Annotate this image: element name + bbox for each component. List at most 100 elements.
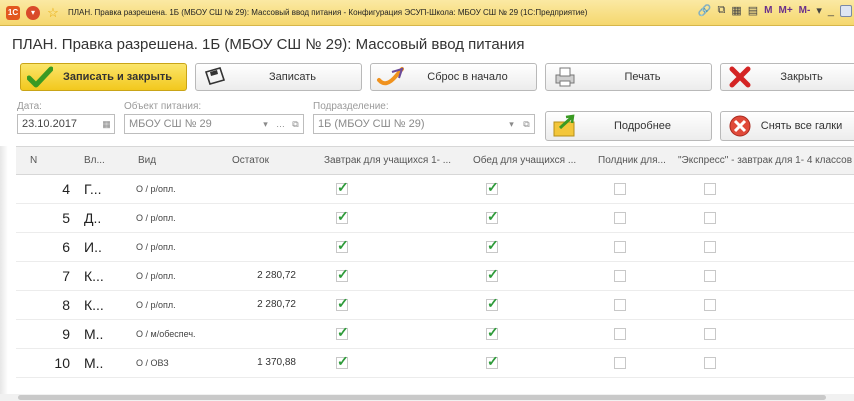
- row-owner: К...: [84, 297, 104, 313]
- row-balance: 1 370,88: [257, 357, 296, 368]
- meal-checkbox[interactable]: [614, 212, 626, 224]
- object-field[interactable]: МБОУ СШ № 29 ▾ … ⧉: [124, 114, 304, 134]
- division-label: Подразделение:: [313, 101, 389, 112]
- meal-checkbox[interactable]: [704, 328, 716, 340]
- table-row[interactable]: 7 К... О / р/опл. 2 280,72: [16, 262, 854, 291]
- row-owner: К...: [84, 268, 104, 284]
- col-ostatok[interactable]: Остаток: [228, 147, 318, 175]
- meal-checkbox[interactable]: [336, 266, 349, 283]
- col-vl[interactable]: Вл...: [80, 147, 132, 175]
- row-type: О / р/опл.: [136, 271, 176, 281]
- col-n[interactable]: N: [26, 147, 66, 175]
- minimize-icon[interactable]: _: [828, 5, 834, 17]
- calendar-icon[interactable]: ▤: [748, 4, 758, 17]
- row-number: 9: [62, 326, 70, 342]
- row-owner: И..: [84, 239, 102, 255]
- menu-icon[interactable]: ▾: [26, 5, 40, 20]
- app-logo-icon: 1С: [6, 5, 20, 20]
- uncheck-icon: [725, 114, 755, 138]
- folder-arrow-icon: [550, 114, 580, 138]
- row-balance: 2 280,72: [257, 270, 296, 281]
- meal-checkbox[interactable]: [704, 212, 716, 224]
- calendar-picker-icon[interactable]: ▦: [99, 115, 114, 133]
- row-balance: [232, 204, 296, 232]
- row-type: О / р/опл.: [136, 213, 176, 223]
- meal-checkbox[interactable]: [704, 270, 716, 282]
- meal-checkbox[interactable]: [336, 353, 349, 370]
- memory-button[interactable]: M: [764, 5, 772, 16]
- meal-checkbox[interactable]: [336, 295, 349, 312]
- table-row[interactable]: 10 М.. О / ОВЗ 1 370,88: [16, 349, 854, 378]
- save-button[interactable]: Записать: [195, 63, 362, 91]
- col-snack[interactable]: Полдник для...: [594, 147, 674, 175]
- favorite-star-icon[interactable]: ☆: [46, 5, 60, 20]
- meal-checkbox[interactable]: [704, 183, 716, 195]
- col-lunch[interactable]: Обед для учащихся ...: [469, 147, 594, 175]
- meal-checkbox[interactable]: [704, 241, 716, 253]
- close-button[interactable]: Закрыть: [720, 63, 854, 91]
- division-open-icon[interactable]: ⧉: [519, 115, 534, 133]
- row-number: 4: [62, 181, 70, 197]
- meal-checkbox[interactable]: [704, 357, 716, 369]
- meal-checkbox[interactable]: [614, 270, 626, 282]
- meal-checkbox[interactable]: [336, 208, 349, 225]
- meal-checkbox[interactable]: [614, 299, 626, 311]
- col-breakfast[interactable]: Завтрак для учащихся 1- ...: [320, 147, 470, 175]
- table-row[interactable]: 8 К... О / р/опл. 2 280,72: [16, 291, 854, 320]
- attach-icon[interactable]: 🔗: [698, 4, 712, 17]
- meal-checkbox[interactable]: [486, 324, 499, 341]
- open-icon[interactable]: ⧉: [288, 115, 303, 133]
- reset-arrow-icon: [375, 65, 405, 89]
- dropdown-icon[interactable]: ▾: [816, 4, 822, 17]
- table-header: N Вл... Вид Остаток Завтрак для учащихся…: [16, 147, 854, 175]
- save-and-close-button[interactable]: Записать и закрыть: [20, 63, 187, 91]
- division-field[interactable]: 1Б (МБОУ СШ № 29) ▾ ⧉: [313, 114, 535, 134]
- row-type: О / р/опл.: [136, 300, 176, 310]
- form-title: ПЛАН. Правка разрешена. 1Б (МБОУ СШ № 29…: [12, 36, 525, 53]
- meal-checkbox[interactable]: [614, 241, 626, 253]
- memory-minus-button[interactable]: M-: [799, 5, 811, 16]
- scrollbar-thumb[interactable]: [18, 395, 826, 400]
- row-owner: Д..: [84, 210, 102, 226]
- meal-checkbox[interactable]: [486, 266, 499, 283]
- select-ellipsis-icon[interactable]: …: [273, 115, 288, 133]
- checkmark-icon: [25, 65, 55, 89]
- meal-checkbox[interactable]: [614, 328, 626, 340]
- table-row[interactable]: 4 Г... О / р/опл.: [16, 175, 854, 204]
- meal-checkbox[interactable]: [336, 179, 349, 196]
- date-field[interactable]: 23.10.2017 ▦: [17, 114, 115, 134]
- table-row[interactable]: 11 Н О / р/опл.780,72: [16, 378, 854, 384]
- maximize-icon[interactable]: [840, 4, 852, 17]
- meal-checkbox[interactable]: [336, 324, 349, 341]
- col-express[interactable]: "Экспресс" - завтрак для 1- 4 классов: [674, 147, 854, 175]
- meal-checkbox[interactable]: [486, 208, 499, 225]
- more-button[interactable]: Подробнее: [545, 111, 712, 141]
- horizontal-scrollbar[interactable]: [0, 394, 854, 401]
- division-dropdown-icon[interactable]: ▾: [504, 115, 519, 133]
- row-owner: М..: [84, 326, 104, 342]
- meal-checkbox[interactable]: [486, 295, 499, 312]
- table-row[interactable]: 6 И.. О / р/опл.: [16, 233, 854, 262]
- memory-plus-button[interactable]: M+: [779, 5, 793, 16]
- calculator-icon[interactable]: ▦: [731, 4, 741, 17]
- meal-checkbox[interactable]: [614, 183, 626, 195]
- row-number: 10: [54, 355, 70, 371]
- row-owner: М..: [84, 355, 104, 371]
- copy-icon[interactable]: ⧉: [717, 4, 725, 17]
- meal-checkbox[interactable]: [614, 357, 626, 369]
- meal-checkbox[interactable]: [486, 353, 499, 370]
- table-row[interactable]: 5 Д.. О / р/опл.: [16, 204, 854, 233]
- table-row[interactable]: 9 М.. О / м/обеспеч.: [16, 320, 854, 349]
- uncheck-all-button[interactable]: Снять все галки: [720, 111, 854, 141]
- title-bar: 1С ▾ ☆ ПЛАН. Правка разрешена. 1Б (МБОУ …: [0, 0, 854, 26]
- meal-checkbox[interactable]: [486, 179, 499, 196]
- meal-checkbox[interactable]: [486, 237, 499, 254]
- col-vid[interactable]: Вид: [134, 147, 224, 175]
- print-button[interactable]: Печать: [545, 63, 712, 91]
- row-type: О / р/опл.: [136, 242, 176, 252]
- row-balance: [232, 320, 296, 348]
- meal-checkbox[interactable]: [336, 237, 349, 254]
- select-dropdown-icon[interactable]: ▾: [258, 115, 273, 133]
- reset-button[interactable]: Сброс в начало: [370, 63, 537, 91]
- meal-checkbox[interactable]: [704, 299, 716, 311]
